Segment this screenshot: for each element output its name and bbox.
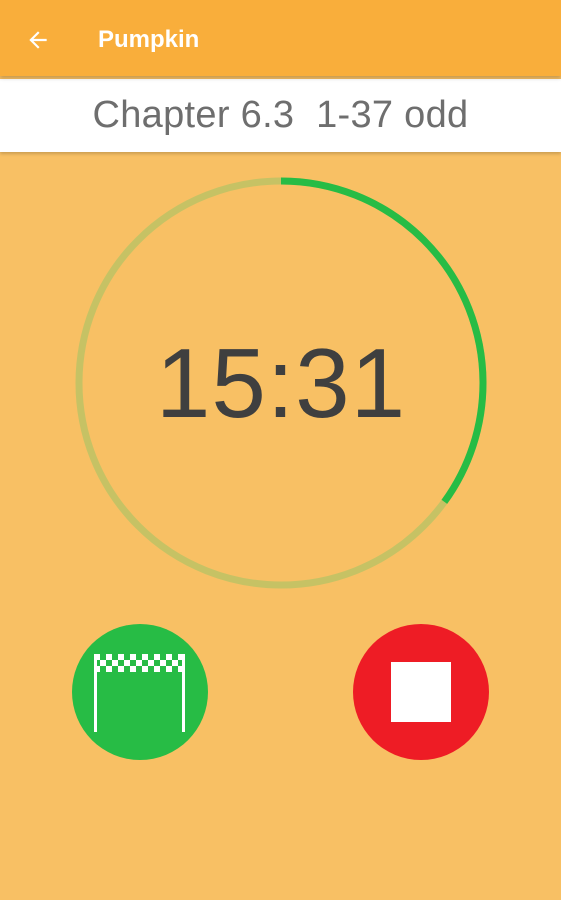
app-bar: Pumpkin (0, 0, 561, 76)
checkered-finish-flag-icon (94, 654, 185, 732)
app-title: Pumpkin (98, 26, 200, 53)
assignment-header: Chapter 6.3 1-37 odd (0, 79, 561, 152)
finish-button[interactable] (72, 624, 208, 760)
countdown-timer: 15:31 (71, 173, 491, 593)
back-button[interactable] (14, 16, 62, 64)
stop-icon (391, 662, 451, 722)
arrow-back-icon (29, 31, 47, 49)
timer-display: 15:31 (155, 327, 407, 438)
stop-button[interactable] (353, 624, 489, 760)
assignment-label: Chapter 6.3 1-37 odd (92, 94, 469, 136)
